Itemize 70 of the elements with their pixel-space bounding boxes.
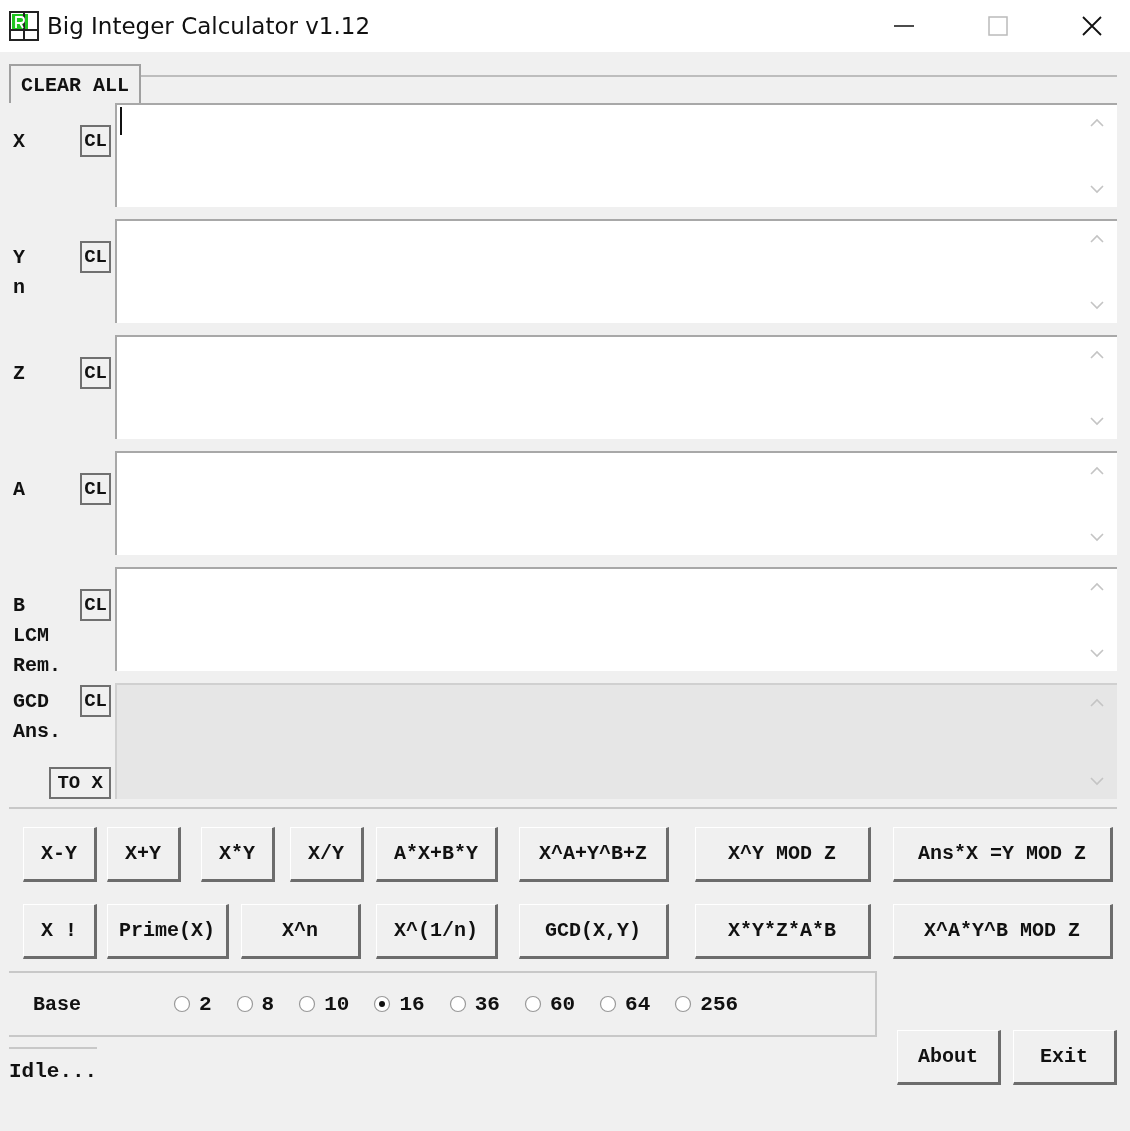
clear-button[interactable]: CL: [80, 357, 111, 389]
field-label: Rem.: [13, 653, 61, 679]
operation-button[interactable]: A*X+B*Y: [376, 827, 498, 882]
radio-icon[interactable]: [674, 995, 693, 1013]
radio-icon[interactable]: [599, 995, 618, 1013]
scroll-down-icon[interactable]: [1089, 299, 1105, 311]
field-label: Y: [13, 245, 25, 271]
clear-button[interactable]: CL: [80, 125, 111, 157]
clear-button[interactable]: CL: [80, 473, 111, 505]
base-radio[interactable]: 2: [173, 992, 212, 1016]
operation-button[interactable]: X^(1/n): [376, 904, 498, 959]
base-radio[interactable]: 8: [235, 992, 275, 1016]
number-field[interactable]: [115, 219, 1117, 323]
base-radio[interactable]: 36: [448, 992, 500, 1016]
clear-all-button[interactable]: CLEAR ALL: [9, 64, 142, 103]
number-field[interactable]: [115, 567, 1117, 671]
operation-button[interactable]: X^A*Y^B MOD Z: [893, 904, 1113, 959]
operation-button[interactable]: X^n: [241, 904, 361, 959]
base-radio[interactable]: 256: [674, 992, 739, 1016]
scroll-up-icon[interactable]: [1089, 465, 1105, 477]
radio-icon[interactable]: [173, 995, 191, 1013]
number-field[interactable]: [115, 451, 1117, 555]
field-label: Z: [13, 361, 25, 387]
field-label: X: [13, 129, 25, 155]
clear-button[interactable]: CL: [80, 589, 111, 621]
clear-button[interactable]: CL: [80, 241, 111, 273]
operation-button[interactable]: X*Y*Z*A*B: [695, 904, 871, 959]
operation-button[interactable]: GCD(X,Y): [519, 904, 669, 959]
radio-icon[interactable]: [373, 995, 392, 1013]
radio-icon[interactable]: [523, 995, 542, 1013]
status-bar: Idle...: [9, 1047, 98, 1093]
scroll-down-icon[interactable]: [1089, 183, 1105, 195]
radio-icon[interactable]: [448, 995, 467, 1013]
operation-button[interactable]: Ans*X =Y MOD Z: [893, 827, 1113, 882]
dialog-button[interactable]: Exit: [1013, 1030, 1117, 1085]
scroll-up-icon[interactable]: [1089, 581, 1105, 593]
maximize-icon[interactable]: [987, 15, 1009, 37]
app-icon: [9, 11, 39, 41]
number-field[interactable]: [115, 103, 1117, 207]
operation-button[interactable]: X !: [23, 904, 97, 959]
operation-button[interactable]: X*Y: [201, 827, 275, 882]
radio-icon[interactable]: [298, 995, 317, 1013]
base-label: Base: [33, 992, 82, 1016]
radio-icon[interactable]: [235, 995, 254, 1013]
operation-button[interactable]: Prime(X): [107, 904, 229, 959]
operation-button[interactable]: X/Y: [290, 827, 364, 882]
base-radio[interactable]: 16: [373, 992, 425, 1016]
scroll-up-icon[interactable]: [1089, 117, 1105, 129]
field-label: A: [13, 477, 25, 503]
field-label: n: [13, 275, 25, 301]
field-label: GCD: [13, 689, 49, 715]
field-label: B: [13, 593, 25, 619]
dialog-button[interactable]: About: [897, 1030, 1001, 1085]
base-radio[interactable]: 64: [599, 992, 651, 1016]
number-field[interactable]: [115, 335, 1117, 439]
operation-button[interactable]: X+Y: [107, 827, 181, 882]
field-label: Ans.: [13, 719, 61, 745]
field-label: LCM: [13, 623, 49, 649]
operation-button[interactable]: X^Y MOD Z: [695, 827, 871, 882]
close-icon[interactable]: [1081, 15, 1103, 37]
base-radio[interactable]: 10: [298, 992, 350, 1016]
base-radio[interactable]: 60: [523, 992, 576, 1016]
operation-button[interactable]: X^A+Y^B+Z: [519, 827, 669, 882]
scroll-down-icon[interactable]: [1089, 415, 1105, 427]
scroll-up-icon[interactable]: [1089, 233, 1105, 245]
scroll-up-icon[interactable]: [1089, 349, 1105, 361]
operation-button[interactable]: X-Y: [23, 827, 97, 882]
scroll-down-icon[interactable]: [1089, 531, 1105, 543]
scroll-down-icon[interactable]: [1089, 647, 1105, 659]
window-title: Big Integer Calculator v1.12: [47, 13, 371, 39]
